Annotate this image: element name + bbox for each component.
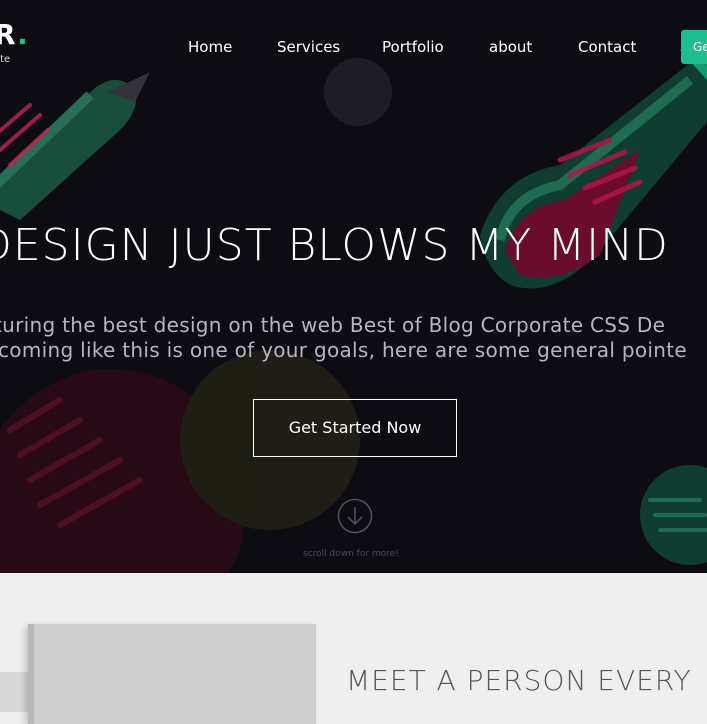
nav-contact[interactable]: Contact [578, 38, 636, 56]
nav-portfolio[interactable]: Portfolio [382, 38, 444, 56]
hero-headline: DESIGN JUST BLOWS MY MIND [0, 220, 669, 271]
logo-tagline: ate [0, 54, 11, 65]
hero-illustration [0, 36, 707, 573]
scroll-hint: scroll down for more! [303, 549, 399, 559]
leaf-illustration [0, 350, 360, 573]
section-heading: MEET A PERSON EVERY [346, 664, 692, 697]
hero-lead-line-1: turing the best design on the web Best o… [0, 313, 666, 337]
hero-lead-line-2: coming like this is one of your goals, h… [0, 338, 687, 362]
nav-home[interactable]: Home [188, 38, 232, 56]
hero-section: R. ate Home Services Portfolio about Con… [0, 0, 707, 573]
site-logo[interactable]: R. ate [0, 18, 29, 65]
nav-about[interactable]: about [489, 38, 532, 56]
get-started-button[interactable]: Get Started Now [253, 399, 457, 457]
person-photo [28, 624, 316, 724]
nav-services[interactable]: Services [277, 38, 340, 56]
decor-circle [324, 58, 392, 126]
rocket-illustration-left [0, 72, 150, 220]
header-cta-button[interactable]: Ge [681, 30, 707, 64]
arrow-down-circle-icon[interactable] [337, 498, 373, 534]
